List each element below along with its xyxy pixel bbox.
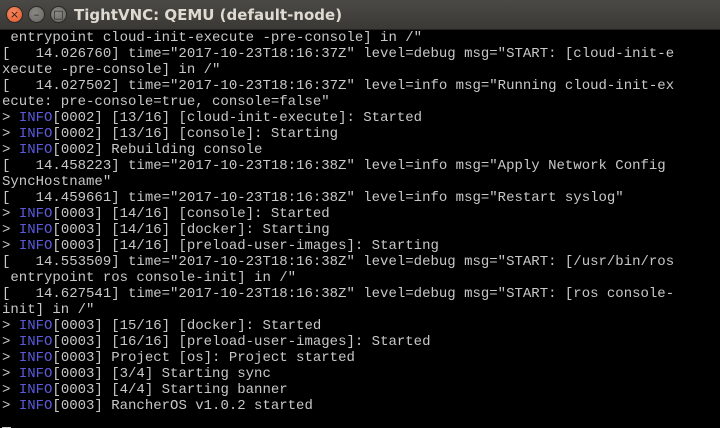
console-line: > INFO[0003] [16/16] [preload-user-image… <box>2 334 720 350</box>
window-title: TightVNC: QEMU (default-node) <box>74 6 343 24</box>
info-tag: INFO <box>18 334 53 350</box>
console-line-text: ecute: pre-console=true, console=false" <box>2 94 330 110</box>
console-line-text: > <box>2 366 19 382</box>
console-line-text: xecute -pre-console] in /" <box>2 62 221 78</box>
console-line: xecute -pre-console] in /" <box>2 62 720 78</box>
console-line-text: SyncHostname" <box>2 174 112 190</box>
window-controls: × – □ <box>6 6 67 23</box>
vnc-window: × – □ TightVNC: QEMU (default-node) entr… <box>0 0 720 428</box>
console-line: [ 14.459661] time="2017-10-23T18:16:38Z"… <box>2 190 720 206</box>
info-tag: INFO <box>18 142 53 158</box>
maximize-icon[interactable]: □ <box>50 6 67 23</box>
console-line-message: [0003] [14/16] [preload-user-images]: St… <box>52 238 439 254</box>
console-line: > INFO[0003] [3/4] Starting sync <box>2 366 720 382</box>
console-line: entrypoint ros console-init] in /" <box>2 270 720 286</box>
console-line: [ 14.627541] time="2017-10-23T18:16:38Z"… <box>2 286 720 302</box>
minimize-icon[interactable]: – <box>28 6 45 23</box>
info-tag: INFO <box>18 222 53 238</box>
console-line: > INFO[0003] [4/4] Starting banner <box>2 382 720 398</box>
info-tag: INFO <box>18 318 53 334</box>
console-line: init] in /" <box>2 302 720 318</box>
console-line-message: [0003] [4/4] Starting banner <box>52 382 288 398</box>
console-line: ecute: pre-console=true, console=false" <box>2 94 720 110</box>
console-line-message: [0003] [3/4] Starting sync <box>52 366 271 382</box>
console-line-message: [0002] Rebuilding console <box>52 142 263 158</box>
info-tag: INFO <box>18 238 53 254</box>
console-line-text: > <box>2 110 19 126</box>
console-line: [ 14.027502] time="2017-10-23T18:16:37Z"… <box>2 78 720 94</box>
info-tag: INFO <box>18 350 53 366</box>
console-line: > INFO[0002] [13/16] [cloud-init-execute… <box>2 110 720 126</box>
console-line: > INFO[0003] [14/16] [preload-user-image… <box>2 238 720 254</box>
console-line-message: [0002] [13/16] [console]: Starting <box>52 126 339 142</box>
console-line: [ 14.553509] time="2017-10-23T18:16:38Z"… <box>2 254 720 270</box>
console-line-text: [ 14.458223] time="2017-10-23T18:16:38Z"… <box>2 158 666 174</box>
console-line-text: [ 14.027502] time="2017-10-23T18:16:37Z"… <box>2 78 675 94</box>
info-tag: INFO <box>18 398 53 414</box>
info-tag: INFO <box>18 206 53 222</box>
console-line: [ 14.026760] time="2017-10-23T18:16:37Z"… <box>2 46 720 62</box>
console-line-text: > <box>2 238 19 254</box>
console-line-message: [0003] [15/16] [docker]: Started <box>52 318 322 334</box>
console-line-message: [0003] [14/16] [docker]: Starting <box>52 222 330 238</box>
console-line-text: [ 14.459661] time="2017-10-23T18:16:38Z"… <box>2 190 624 206</box>
console-line <box>2 414 720 428</box>
close-icon[interactable]: × <box>6 6 23 23</box>
console-line-text: [ 14.026760] time="2017-10-23T18:16:37Z"… <box>2 46 675 62</box>
console-line-text: > <box>2 318 19 334</box>
console-line-text: > <box>2 206 19 222</box>
console-line: SyncHostname" <box>2 174 720 190</box>
console-line: > INFO[0003] RancherOS v1.0.2 started <box>2 398 720 414</box>
info-tag: INFO <box>18 366 53 382</box>
console-line-text: > <box>2 142 19 158</box>
console-line-message: [0003] RancherOS v1.0.2 started <box>52 398 313 414</box>
console-line: > INFO[0003] [14/16] [console]: Started <box>2 206 720 222</box>
console-line-message: [0003] Project [os]: Project started <box>52 350 355 366</box>
console-line-message: [0002] [13/16] [cloud-init-execute]: Sta… <box>52 110 423 126</box>
console-line-message: [0003] [14/16] [console]: Started <box>52 206 330 222</box>
console-line: [ 14.458223] time="2017-10-23T18:16:38Z"… <box>2 158 720 174</box>
info-tag: INFO <box>18 126 53 142</box>
console-line-text: entrypoint cloud-init-execute -pre-conso… <box>2 30 423 46</box>
console-line-text: > <box>2 126 19 142</box>
info-tag: INFO <box>18 110 53 126</box>
console-line-text: > <box>2 398 19 414</box>
console-line: > INFO[0003] [15/16] [docker]: Started <box>2 318 720 334</box>
console-line-message: [0003] [16/16] [preload-user-images]: St… <box>52 334 431 350</box>
console-line: > INFO[0003] [14/16] [docker]: Starting <box>2 222 720 238</box>
console-line-text: > <box>2 334 19 350</box>
info-tag: INFO <box>18 382 53 398</box>
title-bar[interactable]: × – □ TightVNC: QEMU (default-node) <box>0 0 720 30</box>
console-line: > INFO[0002] [13/16] [console]: Starting <box>2 126 720 142</box>
terminal-console[interactable]: entrypoint cloud-init-execute -pre-conso… <box>0 30 720 428</box>
console-line-text: > <box>2 350 19 366</box>
console-line-text: [ 14.553509] time="2017-10-23T18:16:38Z"… <box>2 254 675 270</box>
console-line-text: entrypoint ros console-init] in /" <box>2 270 297 286</box>
console-line: > INFO[0002] Rebuilding console <box>2 142 720 158</box>
console-line: entrypoint cloud-init-execute -pre-conso… <box>2 30 720 46</box>
console-line: > INFO[0003] Project [os]: Project start… <box>2 350 720 366</box>
console-line-text: [ 14.627541] time="2017-10-23T18:16:38Z"… <box>2 286 675 302</box>
console-line-text: init] in /" <box>2 302 95 318</box>
console-line-text: > <box>2 382 19 398</box>
console-line-text: > <box>2 222 19 238</box>
